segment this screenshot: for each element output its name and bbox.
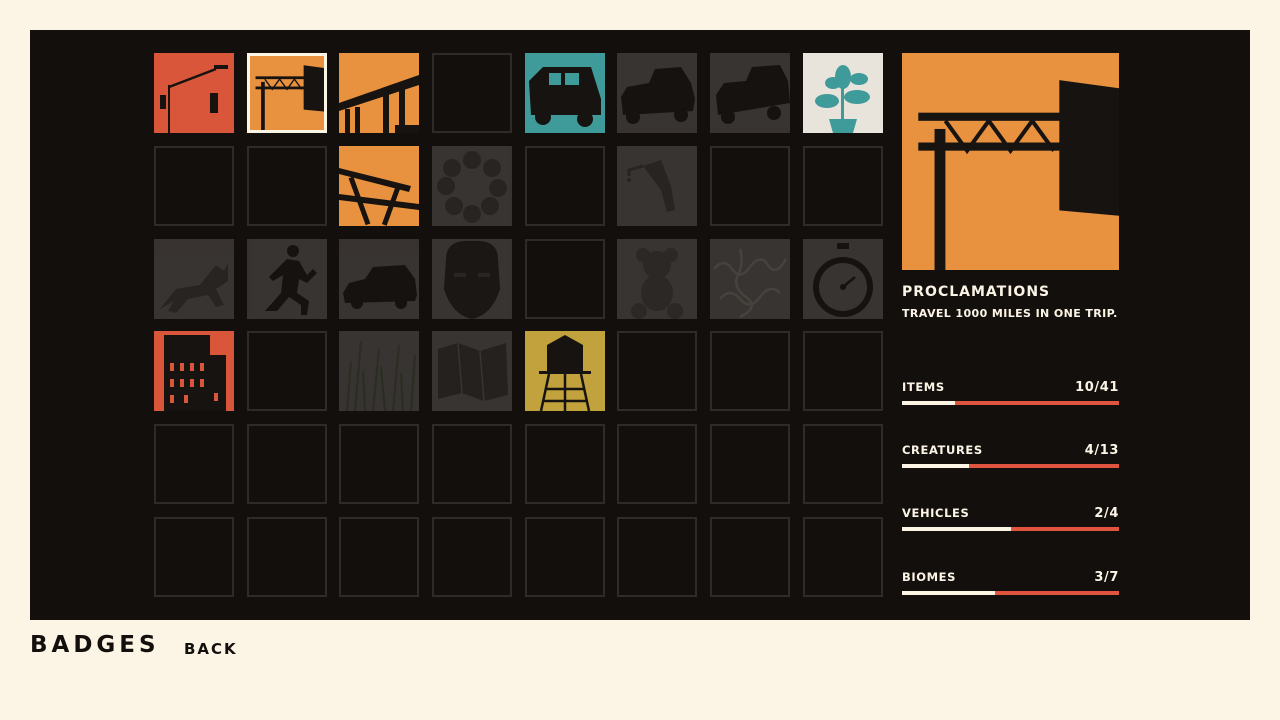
empty-badge-slot[interactable] xyxy=(710,331,791,412)
empty-badge-slot[interactable] xyxy=(710,145,791,226)
progress-fill xyxy=(902,527,1011,531)
empty-badge-slot[interactable] xyxy=(802,424,883,505)
runner-icon xyxy=(264,244,317,315)
stat-count: 3/7 xyxy=(1094,570,1119,585)
empty-badge-slot[interactable] xyxy=(802,516,883,597)
locked-badge-tile[interactable] xyxy=(802,238,883,319)
progress-bar xyxy=(902,464,1119,468)
locked-badge-tile[interactable] xyxy=(617,53,698,133)
empty-badge-slot[interactable] xyxy=(154,424,234,505)
van-icon xyxy=(528,67,601,127)
empty-badge-slot[interactable] xyxy=(524,145,605,226)
empty-badge-slot[interactable] xyxy=(154,145,234,226)
tall-grass-icon xyxy=(346,341,417,412)
locked-badge-tile[interactable] xyxy=(432,331,513,412)
empty-badge-slot[interactable] xyxy=(710,424,791,505)
badge-tile[interactable] xyxy=(154,53,234,133)
badge-detail: PROCLAMATIONS TRAVEL 1000 MILES IN ONE T… xyxy=(902,53,1119,595)
fuel-nozzle-icon xyxy=(627,159,676,212)
stat-count: 4/13 xyxy=(1084,443,1119,458)
squiggle-icon xyxy=(713,248,788,318)
picnic-table-icon xyxy=(339,167,420,226)
locked-badge-tile[interactable] xyxy=(154,238,234,319)
locked-badge-tile[interactable] xyxy=(710,238,791,319)
badge-description: TRAVEL 1000 MILES IN ONE TRIP. xyxy=(902,307,1118,320)
page-title: BADGES xyxy=(30,632,160,658)
stat-vehicles: VEHICLES 2/4 xyxy=(902,506,1119,531)
empty-badge-slot[interactable] xyxy=(524,238,605,319)
locked-badge-tile[interactable] xyxy=(617,145,698,226)
progress-fill xyxy=(902,591,996,595)
stat-biomes: BIOMES 3/7 xyxy=(902,570,1119,595)
water-tower-icon xyxy=(538,335,591,412)
map-icon xyxy=(438,343,509,402)
stat-creatures: CREATURES 4/13 xyxy=(902,443,1119,468)
badge-tile[interactable] xyxy=(154,331,234,412)
locked-badge-tile[interactable] xyxy=(432,145,513,226)
empty-badge-slot[interactable] xyxy=(802,331,883,412)
badge-title: PROCLAMATIONS xyxy=(902,284,1051,300)
back-button[interactable]: BACK xyxy=(184,640,238,658)
car-icon xyxy=(343,264,418,309)
empty-badge-slot[interactable] xyxy=(617,424,698,505)
empty-badge-slot[interactable] xyxy=(524,424,605,505)
badge-tile[interactable] xyxy=(339,53,420,133)
empty-badge-slot[interactable] xyxy=(617,516,698,597)
empty-badge-slot[interactable] xyxy=(154,516,234,597)
empty-badge-slot[interactable] xyxy=(246,424,327,505)
badge-tile[interactable] xyxy=(802,53,883,133)
empty-badge-slot[interactable] xyxy=(432,516,513,597)
progress-fill xyxy=(902,464,969,468)
empty-badge-slot[interactable] xyxy=(246,145,327,226)
locked-badge-tile[interactable] xyxy=(339,238,420,319)
empty-badge-slot[interactable] xyxy=(246,331,327,412)
badge-tile[interactable] xyxy=(246,53,327,133)
stat-items: ITEMS 10/41 xyxy=(902,380,1119,405)
streetlight-icon xyxy=(160,65,228,133)
badge-panel: PROCLAMATIONS TRAVEL 1000 MILES IN ONE T… xyxy=(30,30,1250,620)
empty-badge-slot[interactable] xyxy=(246,516,327,597)
empty-badge-slot[interactable] xyxy=(710,516,791,597)
progress-bar xyxy=(902,527,1119,531)
dog-icon xyxy=(160,262,228,313)
empty-badge-slot[interactable] xyxy=(802,145,883,226)
houseplant-icon xyxy=(814,65,870,133)
stat-label: CREATURES xyxy=(902,443,983,457)
highway-sign-icon xyxy=(255,65,324,130)
empty-badge-slot[interactable] xyxy=(432,53,513,133)
empty-badge-slot[interactable] xyxy=(339,516,420,597)
progress-bar xyxy=(902,591,1119,595)
progress-fill xyxy=(902,401,955,405)
stat-label: ITEMS xyxy=(902,380,945,394)
empty-badge-slot[interactable] xyxy=(339,424,420,505)
badge-preview xyxy=(902,53,1119,270)
highway-sign-icon xyxy=(918,80,1119,270)
empty-badge-slot[interactable] xyxy=(617,331,698,412)
stat-count: 10/41 xyxy=(1075,380,1119,395)
stat-count: 2/4 xyxy=(1094,506,1119,521)
stat-label: VEHICLES xyxy=(902,506,970,520)
wreath-icon xyxy=(437,150,508,223)
locked-badge-tile[interactable] xyxy=(339,331,420,412)
stopwatch-icon xyxy=(812,242,873,317)
pickup-truck-icon xyxy=(621,67,696,124)
face-icon xyxy=(444,240,501,319)
badge-tile[interactable] xyxy=(339,145,420,226)
locked-badge-tile[interactable] xyxy=(432,238,513,319)
stat-label: BIOMES xyxy=(902,570,957,584)
empty-badge-slot[interactable] xyxy=(524,516,605,597)
jeep-icon xyxy=(716,65,791,124)
empty-badge-slot[interactable] xyxy=(432,424,513,505)
badge-tile[interactable] xyxy=(524,331,605,412)
locked-badge-tile[interactable] xyxy=(710,53,791,133)
progress-bar xyxy=(902,401,1119,405)
locked-badge-tile[interactable] xyxy=(246,238,327,319)
overpass-icon xyxy=(339,75,420,133)
teddy-bear-icon xyxy=(631,247,684,319)
badge-tile[interactable] xyxy=(524,53,605,133)
locked-badge-tile[interactable] xyxy=(617,238,698,319)
building-icon xyxy=(164,335,226,412)
badge-grid xyxy=(154,53,883,597)
